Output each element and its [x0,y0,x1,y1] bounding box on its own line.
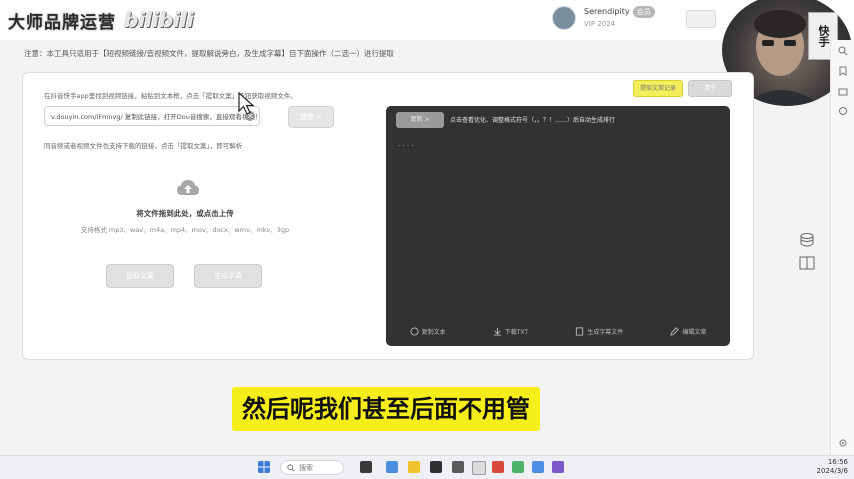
user-menu-button[interactable] [686,10,716,28]
extract-button[interactable]: 提取 > [288,106,334,128]
browser-icon[interactable] [532,461,544,473]
bilibili-logo: bilibili [124,8,194,32]
clear-button[interactable]: 清空 [688,80,732,97]
output-toolbar: 复制文本 下载TXT 生成字幕文件 编辑文案 [386,322,730,340]
notice-text: 注意：本工具只适用于【短视频链接/音视频文件，提取解说旁白，及生成字幕】目下面操… [24,49,395,58]
edit-label: 编辑文案 [682,328,707,336]
generate-subtitle-button[interactable]: 生成字幕 [194,264,262,288]
copy-text-action[interactable]: 复制文本 [410,326,446,336]
taskbar-search-label: 搜索 [299,463,313,472]
pencil-icon [670,326,680,336]
output-text: · · · · [398,142,414,150]
app-icon[interactable] [430,461,442,473]
browser-sidebar [830,40,854,460]
clock-date: 2024/3/6 [816,467,848,475]
video-editor-icon[interactable] [552,461,564,473]
user-profile[interactable]: Serendipity 会员 VIP 2024 [552,6,655,30]
taskbar: 搜索 16:56 2024/3/6 [0,455,854,479]
book-icon[interactable] [799,256,815,270]
user-name: Serendipity [584,7,630,16]
text-editor-icon[interactable] [472,461,486,475]
download-icon [493,327,501,336]
gear-icon[interactable] [838,438,848,448]
download-label: 下载TXT [504,328,529,336]
copy-button[interactable]: 复制 > [396,112,444,128]
search-icon [287,463,295,471]
user-info: Serendipity 会员 VIP 2024 [584,6,655,30]
upload-label: 将文件拖到此处，或点击上传 [136,209,234,218]
shopping-icon[interactable] [838,86,848,96]
extract-text-button[interactable]: 提取文案 [106,264,174,288]
logo-text: 大师品牌运营 [8,12,116,33]
copy-text-label: 复制文本 [421,328,446,336]
clock-time: 16:56 [827,458,848,466]
url-input-value: v.douyin.com/iFmnvg/ 复制此链接，打开Dou音搜索，直接观看… [51,113,262,121]
avatar[interactable] [552,6,576,30]
folder-icon[interactable] [408,461,420,473]
chat-icon[interactable] [512,461,524,473]
terminal-icon[interactable] [452,461,464,473]
taskbar-clock[interactable]: 16:56 2024/3/6 [808,458,848,476]
site-logo[interactable]: 大师品牌运营 bilibili [8,2,194,38]
windows-start-icon[interactable] [258,461,270,473]
upload-dropzone[interactable]: 将文件拖到此处，或点击上传 支持格式 mp3、wav、m4a、mp4、mov、d… [81,168,289,238]
file-icon [576,326,584,336]
cloud-upload-icon [177,180,199,195]
file-hint: 同音频或者视频文件也支持下载的链接，点击「提取文案」，即可解析 [44,142,243,150]
edit-action[interactable]: 编辑文案 [670,326,707,336]
user-sub: VIP 2024 [584,20,616,28]
taskbar-search[interactable]: 搜索 [280,460,344,475]
output-hint: 点击查看优化、调整格式符号（，。？！……）后自动生成排行 [450,117,616,124]
subtitle-file-action[interactable]: 生成字幕文件 [575,326,624,336]
media-icon[interactable] [492,461,504,473]
bookmark-icon[interactable] [838,66,848,76]
link-hint: 在抖音快手app里找到视频链接，粘贴到文本框，点击「提取文案」按钮获取视频文件。 [44,92,297,100]
edge-icon[interactable] [386,461,398,473]
subtitle-file-label: 生成字幕文件 [587,328,624,336]
upload-formats: 支持格式 mp3、wav、m4a、mp4、mov、docx、wmv、mkv、3g… [80,226,290,234]
output-panel: 复制 > 点击查看优化、调整格式符号（，。？！……）后自动生成排行 · · · … [386,106,730,346]
tools-icon[interactable] [838,106,848,116]
copy-icon [410,326,419,336]
user-badge: 会员 [632,6,655,18]
download-action[interactable]: 下载TXT [493,327,528,336]
mouse-cursor-icon [238,92,255,115]
search-icon[interactable] [838,46,848,56]
url-input[interactable]: v.douyin.com/iFmnvg/ 复制此链接，打开Dou音搜索，直接观看… [44,106,262,126]
task-view-icon[interactable] [360,461,372,473]
database-icon[interactable] [799,232,815,248]
records-button[interactable]: 提取文案记录 [633,80,683,97]
video-subtitle: 然后呢我们甚至后面不用管 [232,387,540,431]
